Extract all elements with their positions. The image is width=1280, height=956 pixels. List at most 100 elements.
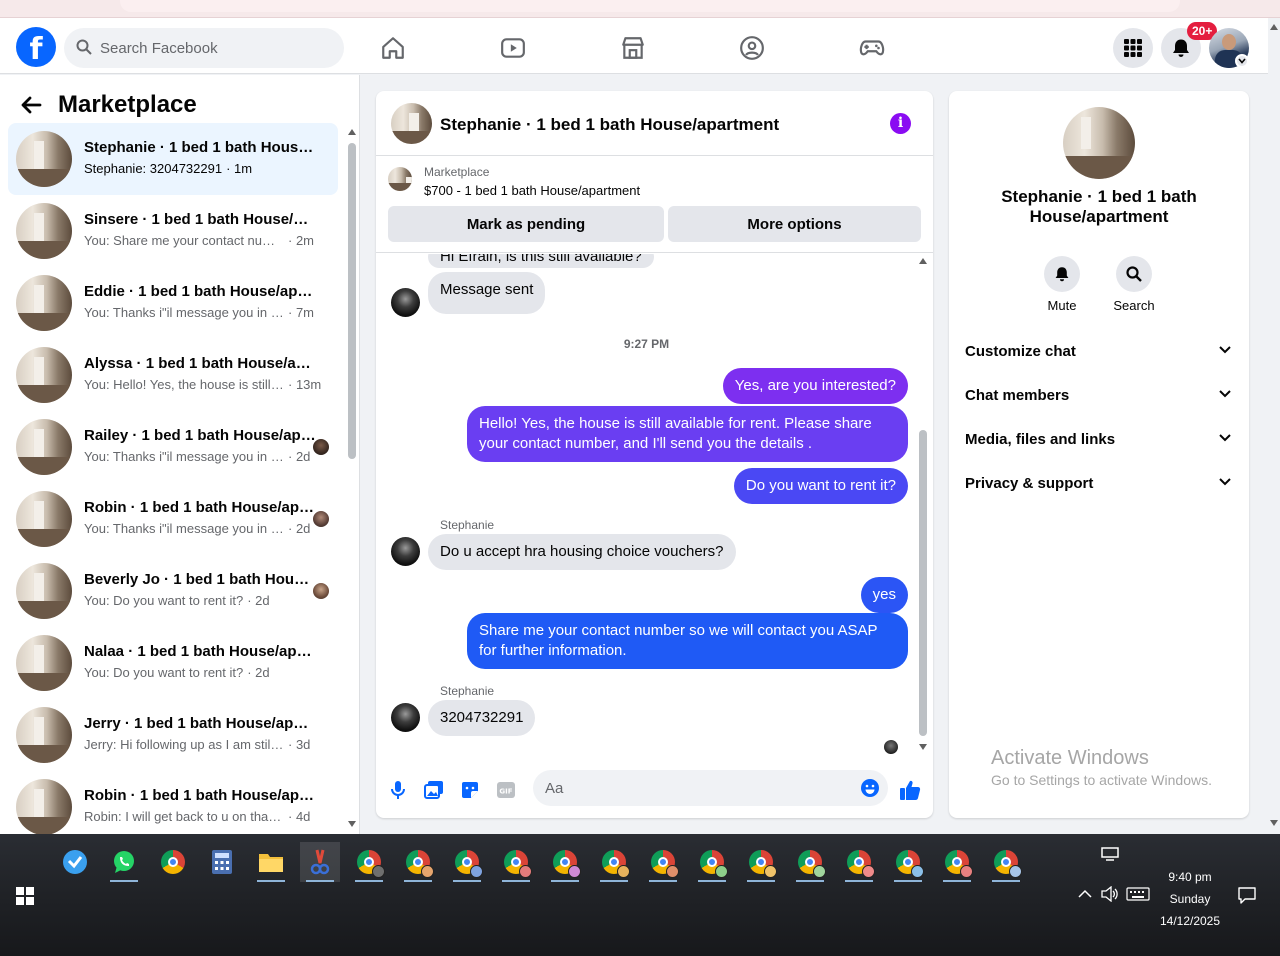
message-scrollbar[interactable] (916, 254, 930, 762)
message-input-box[interactable] (533, 770, 888, 806)
chevron-down-icon (1219, 346, 1231, 354)
info-icon[interactable]: i (890, 113, 911, 134)
file-explorer-icon[interactable] (251, 842, 291, 882)
conversation-item[interactable]: Beverly Jo · 1 bed 1 bath House/apartmen… (8, 555, 338, 627)
chrome-profile-icon[interactable] (594, 842, 634, 882)
conversation-item[interactable]: Eddie · 1 bed 1 bath House/apartment You… (8, 267, 338, 339)
listing-thumbnail (16, 491, 72, 547)
conversation-item[interactable]: Nalaa · 1 bed 1 bath House/apartment You… (8, 627, 338, 699)
gaming-icon[interactable] (852, 28, 892, 68)
notification-center-icon[interactable] (1238, 886, 1256, 904)
page-title: Marketplace (58, 91, 197, 118)
thumbs-up-icon[interactable] (898, 778, 922, 802)
listing-thumbnail[interactable] (391, 103, 432, 144)
conversation-item[interactable]: Robin · 1 bed 1 bath House/apartment Rob… (8, 771, 338, 834)
message-bubble-outgoing: Yes, are you interested? (722, 368, 908, 404)
gif-icon[interactable]: GIF (494, 778, 518, 802)
listing-price[interactable]: $700 - 1 bed 1 bath House/apartment (424, 183, 640, 198)
conversation-name: Nalaa · 1 bed 1 bath House/apartment (84, 643, 316, 660)
message-bubble-outgoing: Hello! Yes, the house is still available… (467, 406, 908, 462)
marketplace-inbox: Marketplace Stephanie · 1 bed 1 bath Hou… (0, 75, 360, 834)
listing-thumbnail (1063, 107, 1135, 179)
marketplace-icon[interactable] (613, 28, 653, 68)
search-label: Search (1113, 298, 1155, 313)
conversation-item[interactable]: Stephanie · 1 bed 1 bath House/apartment… (8, 123, 338, 195)
emoji-icon[interactable] (860, 778, 880, 798)
listing-thumbnail (16, 203, 72, 259)
desktop-icon[interactable] (1101, 847, 1119, 861)
conversation-name: Sinsere · 1 bed 1 bath House/apartment (84, 211, 316, 228)
media-files-links-row[interactable]: Media, files and links (965, 429, 1233, 453)
facebook-logo[interactable]: f (16, 27, 56, 67)
read-receipt-avatar (313, 439, 329, 455)
chevron-up-icon[interactable] (1078, 889, 1092, 899)
conversation-preview: You: Thanks i"il message you in a moment… (84, 449, 311, 464)
search-in-chat-button[interactable]: Search (1104, 256, 1164, 313)
conversation-item[interactable]: Alyssa · 1 bed 1 bath House/apartment Yo… (8, 339, 338, 411)
privacy-support-row[interactable]: Privacy & support (965, 473, 1233, 497)
chrome-profile-icon[interactable] (643, 842, 683, 882)
windows-start-icon[interactable] (16, 887, 34, 905)
groups-icon[interactable] (732, 28, 772, 68)
chrome-profile-icon[interactable] (741, 842, 781, 882)
conversation-item[interactable]: Robin · 1 bed 1 bath House/apartment You… (8, 483, 338, 555)
conversation-name: Jerry · 1 bed 1 bath House/apartment (84, 715, 316, 732)
back-arrow-icon[interactable] (20, 94, 42, 116)
chrome-profile-icon[interactable] (692, 842, 732, 882)
mute-button[interactable]: Mute (1032, 256, 1092, 313)
listing-bar: Marketplace $700 - 1 bed 1 bath House/ap… (376, 157, 933, 253)
video-icon[interactable] (493, 28, 533, 68)
conversation-item[interactable]: Sinsere · 1 bed 1 bath House/apartment Y… (8, 195, 338, 267)
chrome-profile-icon[interactable] (839, 842, 879, 882)
chrome-profile-icon[interactable] (888, 842, 928, 882)
calculator-icon[interactable] (202, 842, 242, 882)
photos-app-icon[interactable] (55, 842, 95, 882)
system-clock[interactable]: 9:40 pm Sunday 14/12/2025 (1150, 866, 1230, 932)
microphone-icon[interactable] (386, 778, 410, 802)
snipping-tool-icon[interactable] (300, 842, 340, 882)
message-bubble-outgoing: yes (860, 577, 908, 613)
sender-name: Stephanie (440, 684, 495, 698)
chat-title[interactable]: Stephanie · 1 bed 1 bath House/apartment (440, 115, 779, 135)
search-box[interactable] (64, 28, 344, 68)
photo-icon[interactable] (422, 778, 446, 802)
inbox-header: Marketplace (20, 91, 197, 119)
chrome-profile-icon[interactable] (496, 842, 536, 882)
timestamp-separator: 9:27 PM (623, 337, 670, 351)
chevron-down-icon (1219, 478, 1231, 486)
search-input[interactable] (100, 28, 330, 68)
listing-thumbnail[interactable] (388, 167, 412, 191)
chrome-profile-icon[interactable] (545, 842, 585, 882)
chevron-down-icon[interactable] (1235, 54, 1249, 68)
sticker-icon[interactable] (458, 778, 482, 802)
conversation-scrollbar[interactable] (346, 125, 358, 834)
chrome-profile-icon[interactable] (349, 842, 389, 882)
conversation-item[interactable]: Railey · 1 bed 1 bath House/apartment Yo… (8, 411, 338, 483)
chrome-profile-icon[interactable] (447, 842, 487, 882)
read-receipt-avatar (313, 511, 329, 527)
speaker-icon[interactable] (1101, 886, 1119, 902)
chrome-profile-icon[interactable] (398, 842, 438, 882)
keyboard-icon[interactable] (1126, 887, 1150, 901)
whatsapp-icon[interactable] (104, 842, 144, 882)
listing-thumbnail (16, 347, 72, 403)
seen-avatar (884, 740, 898, 754)
mark-as-pending-button[interactable]: Mark as pending (388, 206, 664, 242)
chat-members-row[interactable]: Chat members (965, 385, 1233, 409)
home-icon[interactable] (373, 28, 413, 68)
chrome-profile-icon[interactable] (937, 842, 977, 882)
chrome-profile-icon[interactable] (790, 842, 830, 882)
chrome-icon[interactable] (153, 842, 193, 882)
listing-thumbnail (16, 563, 72, 619)
conversation-preview: You: Hello! Yes, the house is still avai… (84, 377, 322, 392)
chrome-profile-icon[interactable] (986, 842, 1026, 882)
address-bar[interactable] (120, 0, 1180, 12)
conversation-preview: Jerry: Hi following up as I am still ver… (84, 737, 311, 752)
menu-grid-button[interactable] (1113, 28, 1153, 68)
more-options-button[interactable]: More options (668, 206, 921, 242)
conversation-item[interactable]: Jerry · 1 bed 1 bath House/apartment Jer… (8, 699, 338, 771)
customize-chat-row[interactable]: Customize chat (965, 341, 1233, 365)
mute-label: Mute (1047, 298, 1077, 313)
message-input[interactable] (545, 770, 845, 806)
page-scrollbar[interactable] (1268, 18, 1280, 834)
